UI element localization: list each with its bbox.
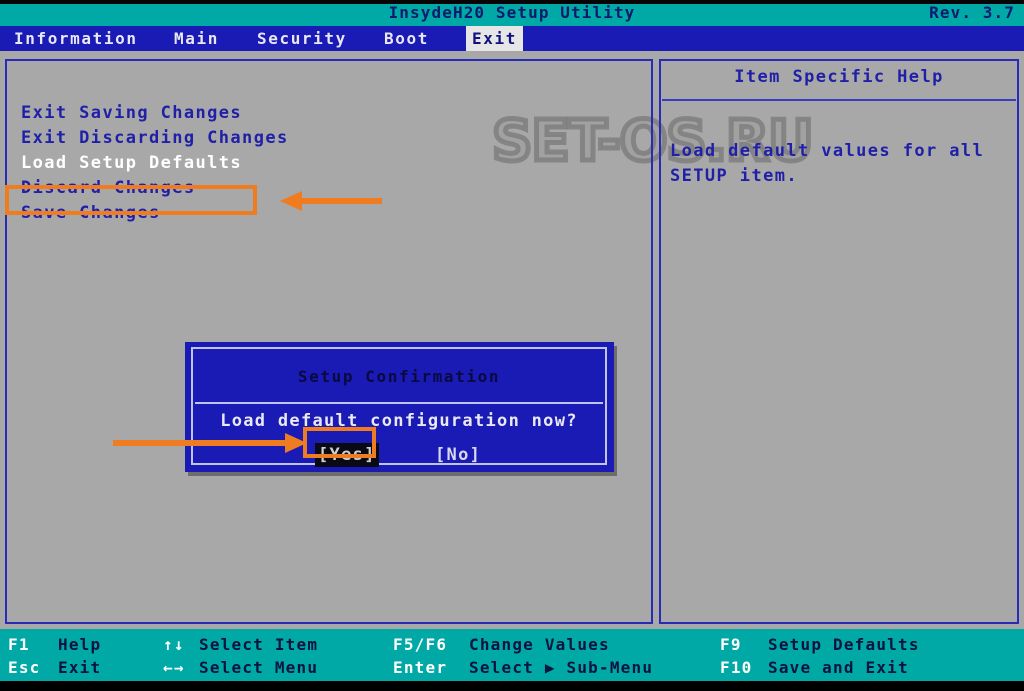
status-row-leftright: ←→ Select Menu xyxy=(163,656,318,679)
option-exit-discarding-changes[interactable]: Exit Discarding Changes xyxy=(15,126,635,151)
status-key-f1: F1 xyxy=(8,635,30,654)
dialog-no-button[interactable]: [No] xyxy=(435,443,481,467)
status-desc-exit: Exit xyxy=(58,658,102,677)
app-title: InsydeH20 Setup Utility xyxy=(388,3,636,22)
help-panel-text: Load default values for all SETUP item. xyxy=(670,141,985,186)
status-column-1: F1 Help Esc Exit xyxy=(8,633,101,679)
exit-options-list: Exit Saving Changes Exit Discarding Chan… xyxy=(15,101,635,226)
status-row-updown: ↑↓ Select Item xyxy=(163,633,318,656)
option-load-setup-defaults[interactable]: Load Setup Defaults xyxy=(15,151,635,176)
help-panel-divider xyxy=(662,99,1016,101)
dialog-button-row: [Yes] [No] xyxy=(193,443,605,471)
status-column-3: F5/F6 Change Values Enter Select ▶ Sub-Men… xyxy=(393,633,653,679)
status-row-esc: Esc Exit xyxy=(8,656,101,679)
menu-tab-security[interactable]: Security xyxy=(251,26,353,51)
status-key-f10: F10 xyxy=(720,658,753,677)
menu-tab-main[interactable]: Main xyxy=(168,26,225,51)
status-row-enter: Enter Select ▶ Sub-Menu xyxy=(393,656,653,679)
menu-bar: Information Main Security Boot Exit xyxy=(0,26,1024,51)
status-desc-select-item: Select Item xyxy=(199,635,319,654)
option-exit-saving-changes[interactable]: Exit Saving Changes xyxy=(15,101,635,126)
arrow-leftright-icon: ←→ xyxy=(163,658,185,677)
arrow-updown-icon: ↑↓ xyxy=(163,635,185,654)
status-desc-save-and-exit: Save and Exit xyxy=(768,658,909,677)
help-panel-title: Item Specific Help xyxy=(734,67,944,87)
screen-bottom-edge xyxy=(0,681,1024,691)
status-bar: F1 Help Esc Exit ↑↓ Select Item ←→ Select Me… xyxy=(0,629,1024,681)
content-area: SET-OS.RU Exit Saving Changes Exit Disca… xyxy=(0,51,1024,629)
revision-label: Rev. 3.7 xyxy=(929,3,1015,22)
status-key-f5f6: F5/F6 xyxy=(393,635,448,654)
status-desc-setup-defaults: Setup Defaults xyxy=(768,635,920,654)
dialog-yes-button[interactable]: [Yes] xyxy=(315,443,379,467)
status-row-f1: F1 Help xyxy=(8,633,101,656)
status-column-2: ↑↓ Select Item ←→ Select Menu xyxy=(163,633,318,679)
bios-setup-screen: InsydeH20 Setup Utility Rev. 3.7 Informa… xyxy=(0,0,1024,691)
status-row-f10: F10 Save and Exit xyxy=(720,656,920,679)
setup-confirmation-dialog: Setup Confirmation Load default configur… xyxy=(185,342,614,472)
option-discard-changes[interactable]: Discard Changes xyxy=(15,176,635,201)
menu-tab-boot[interactable]: Boot xyxy=(378,26,435,51)
status-desc-select-menu: Select Menu xyxy=(199,658,319,677)
status-desc-change-values: Change Values xyxy=(469,635,610,654)
menu-tab-information[interactable]: Information xyxy=(8,26,144,51)
status-key-enter: Enter xyxy=(393,658,448,677)
status-column-4: F9 Setup Defaults F10 Save and Exit xyxy=(720,633,920,679)
status-desc-select-submenu: Select ▶ Sub-Menu xyxy=(469,658,654,677)
dialog-title: Setup Confirmation xyxy=(297,367,501,386)
dialog-inner-frame: Setup Confirmation Load default configur… xyxy=(191,347,607,467)
item-specific-help-panel: Item Specific Help Load default values f… xyxy=(659,59,1019,624)
dialog-title-divider xyxy=(195,402,603,404)
status-row-f5f6: F5/F6 Change Values xyxy=(393,633,653,656)
dialog-message: Load default configuration now? xyxy=(220,411,578,431)
title-bar: InsydeH20 Setup Utility Rev. 3.7 xyxy=(0,0,1024,26)
status-row-f9: F9 Setup Defaults xyxy=(720,633,920,656)
option-save-changes[interactable]: Save Changes xyxy=(15,201,635,226)
menu-tab-exit[interactable]: Exit xyxy=(466,26,523,51)
status-key-esc: Esc xyxy=(8,658,41,677)
status-key-f9: F9 xyxy=(720,635,742,654)
status-desc-help: Help xyxy=(58,635,102,654)
